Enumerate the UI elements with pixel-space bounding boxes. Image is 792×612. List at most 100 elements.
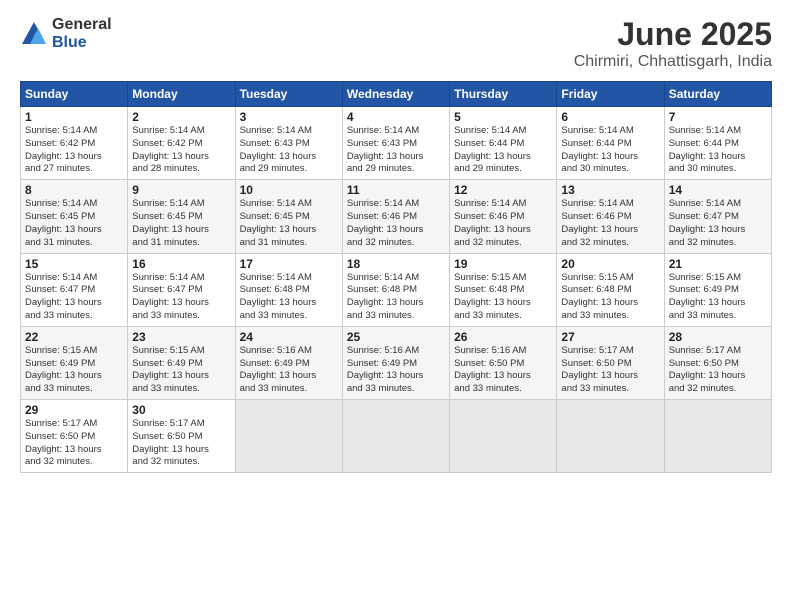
day-cell: 3Sunrise: 5:14 AM Sunset: 6:43 PM Daylig… bbox=[235, 107, 342, 180]
day-info: Sunrise: 5:14 AM Sunset: 6:42 PM Dayligh… bbox=[132, 125, 230, 176]
day-number: 8 bbox=[25, 183, 123, 197]
col-header-saturday: Saturday bbox=[664, 82, 771, 107]
day-cell: 9Sunrise: 5:14 AM Sunset: 6:45 PM Daylig… bbox=[128, 180, 235, 253]
day-cell: 17Sunrise: 5:14 AM Sunset: 6:48 PM Dayli… bbox=[235, 253, 342, 326]
day-number: 20 bbox=[561, 257, 659, 271]
col-header-wednesday: Wednesday bbox=[342, 82, 449, 107]
header-row: SundayMondayTuesdayWednesdayThursdayFrid… bbox=[21, 82, 772, 107]
day-cell: 4Sunrise: 5:14 AM Sunset: 6:43 PM Daylig… bbox=[342, 107, 449, 180]
day-cell: 29Sunrise: 5:17 AM Sunset: 6:50 PM Dayli… bbox=[21, 400, 128, 473]
header: General Blue June 2025 Chirmiri, Chhatti… bbox=[20, 16, 772, 71]
title-section: June 2025 Chirmiri, Chhattisgarh, India bbox=[574, 16, 772, 71]
day-cell: 5Sunrise: 5:14 AM Sunset: 6:44 PM Daylig… bbox=[450, 107, 557, 180]
calendar-table: SundayMondayTuesdayWednesdayThursdayFrid… bbox=[20, 81, 772, 473]
day-info: Sunrise: 5:15 AM Sunset: 6:49 PM Dayligh… bbox=[669, 272, 767, 323]
day-cell: 28Sunrise: 5:17 AM Sunset: 6:50 PM Dayli… bbox=[664, 326, 771, 399]
col-header-monday: Monday bbox=[128, 82, 235, 107]
col-header-tuesday: Tuesday bbox=[235, 82, 342, 107]
day-info: Sunrise: 5:16 AM Sunset: 6:49 PM Dayligh… bbox=[347, 345, 445, 396]
day-cell: 21Sunrise: 5:15 AM Sunset: 6:49 PM Dayli… bbox=[664, 253, 771, 326]
day-number: 16 bbox=[132, 257, 230, 271]
day-number: 23 bbox=[132, 330, 230, 344]
day-number: 7 bbox=[669, 110, 767, 124]
week-row-3: 15 Sunrise: 5:14 AM Sunset: 6:47 PM Dayli… bbox=[21, 253, 772, 326]
week-row-4: 22Sunrise: 5:15 AM Sunset: 6:49 PM Dayli… bbox=[21, 326, 772, 399]
day-cell: 6Sunrise: 5:14 AM Sunset: 6:44 PM Daylig… bbox=[557, 107, 664, 180]
day-info: Sunrise: 5:14 AM Sunset: 6:48 PM Dayligh… bbox=[347, 272, 445, 323]
day-info: Sunrise: 5:14 AM Sunset: 6:44 PM Dayligh… bbox=[669, 125, 767, 176]
day-number: 24 bbox=[240, 330, 338, 344]
day-cell: 14Sunrise: 5:14 AM Sunset: 6:47 PM Dayli… bbox=[664, 180, 771, 253]
day-cell: 18Sunrise: 5:14 AM Sunset: 6:48 PM Dayli… bbox=[342, 253, 449, 326]
day-number: 5 bbox=[454, 110, 552, 124]
day-cell: 20Sunrise: 5:15 AM Sunset: 6:48 PM Dayli… bbox=[557, 253, 664, 326]
day-info: Sunrise: 5:17 AM Sunset: 6:50 PM Dayligh… bbox=[132, 418, 230, 469]
day-info: Sunrise: 5:14 AM Sunset: 6:46 PM Dayligh… bbox=[561, 198, 659, 249]
calendar-title: June 2025 bbox=[574, 16, 772, 53]
day-cell: 2Sunrise: 5:14 AM Sunset: 6:42 PM Daylig… bbox=[128, 107, 235, 180]
day-cell: 23Sunrise: 5:15 AM Sunset: 6:49 PM Dayli… bbox=[128, 326, 235, 399]
day-cell: 16Sunrise: 5:14 AM Sunset: 6:47 PM Dayli… bbox=[128, 253, 235, 326]
day-number: 21 bbox=[669, 257, 767, 271]
day-number: 18 bbox=[347, 257, 445, 271]
day-number: 11 bbox=[347, 183, 445, 197]
day-number: 30 bbox=[132, 403, 230, 417]
day-cell: 25Sunrise: 5:16 AM Sunset: 6:49 PM Dayli… bbox=[342, 326, 449, 399]
week-row-5: 29Sunrise: 5:17 AM Sunset: 6:50 PM Dayli… bbox=[21, 400, 772, 473]
day-cell: 8Sunrise: 5:14 AM Sunset: 6:45 PM Daylig… bbox=[21, 180, 128, 253]
week-row-1: 1 Sunrise: 5:14 AM Sunset: 6:42 PM Daylig… bbox=[21, 107, 772, 180]
logo-icon bbox=[20, 20, 48, 48]
day-number: 9 bbox=[132, 183, 230, 197]
day-number: 2 bbox=[132, 110, 230, 124]
day-info: Sunrise: 5:14 AM Sunset: 6:47 PM Dayligh… bbox=[132, 272, 230, 323]
day-info: Sunrise: 5:15 AM Sunset: 6:49 PM Dayligh… bbox=[25, 345, 123, 396]
day-cell bbox=[342, 400, 449, 473]
day-number: 6 bbox=[561, 110, 659, 124]
day-number: 12 bbox=[454, 183, 552, 197]
day-info: Sunrise: 5:16 AM Sunset: 6:50 PM Dayligh… bbox=[454, 345, 552, 396]
day-number: 19 bbox=[454, 257, 552, 271]
day-number: 28 bbox=[669, 330, 767, 344]
day-number: 22 bbox=[25, 330, 123, 344]
day-number: 1 bbox=[25, 110, 123, 124]
day-info: Sunrise: 5:16 AM Sunset: 6:49 PM Dayligh… bbox=[240, 345, 338, 396]
week-row-2: 8Sunrise: 5:14 AM Sunset: 6:45 PM Daylig… bbox=[21, 180, 772, 253]
day-number: 25 bbox=[347, 330, 445, 344]
logo: General Blue bbox=[20, 16, 112, 51]
day-cell bbox=[450, 400, 557, 473]
calendar-subtitle: Chirmiri, Chhattisgarh, India bbox=[574, 53, 772, 71]
day-number: 26 bbox=[454, 330, 552, 344]
day-cell: 7Sunrise: 5:14 AM Sunset: 6:44 PM Daylig… bbox=[664, 107, 771, 180]
logo-general-text: General bbox=[52, 16, 112, 34]
day-number: 13 bbox=[561, 183, 659, 197]
day-info: Sunrise: 5:14 AM Sunset: 6:45 PM Dayligh… bbox=[132, 198, 230, 249]
day-info: Sunrise: 5:14 AM Sunset: 6:46 PM Dayligh… bbox=[454, 198, 552, 249]
day-info: Sunrise: 5:14 AM Sunset: 6:45 PM Dayligh… bbox=[25, 198, 123, 249]
day-info: Sunrise: 5:14 AM Sunset: 6:43 PM Dayligh… bbox=[347, 125, 445, 176]
day-cell bbox=[557, 400, 664, 473]
day-info: Sunrise: 5:14 AM Sunset: 6:45 PM Dayligh… bbox=[240, 198, 338, 249]
day-info: Sunrise: 5:14 AM Sunset: 6:46 PM Dayligh… bbox=[347, 198, 445, 249]
day-number: 17 bbox=[240, 257, 338, 271]
day-number: 15 bbox=[25, 257, 123, 271]
day-cell: 19Sunrise: 5:15 AM Sunset: 6:48 PM Dayli… bbox=[450, 253, 557, 326]
col-header-friday: Friday bbox=[557, 82, 664, 107]
day-info: Sunrise: 5:14 AM Sunset: 6:43 PM Dayligh… bbox=[240, 125, 338, 176]
day-cell: 10Sunrise: 5:14 AM Sunset: 6:45 PM Dayli… bbox=[235, 180, 342, 253]
day-info: Sunrise: 5:14 AM Sunset: 6:44 PM Dayligh… bbox=[454, 125, 552, 176]
day-cell: 15Sunrise: 5:14 AM Sunset: 6:47 PM Dayli… bbox=[21, 253, 128, 326]
day-number: 27 bbox=[561, 330, 659, 344]
day-cell bbox=[664, 400, 771, 473]
day-info: Sunrise: 5:15 AM Sunset: 6:48 PM Dayligh… bbox=[454, 272, 552, 323]
day-cell: 26Sunrise: 5:16 AM Sunset: 6:50 PM Dayli… bbox=[450, 326, 557, 399]
day-number: 14 bbox=[669, 183, 767, 197]
logo-blue-text: Blue bbox=[52, 34, 112, 52]
day-info: Sunrise: 5:15 AM Sunset: 6:49 PM Dayligh… bbox=[132, 345, 230, 396]
day-cell: 22Sunrise: 5:15 AM Sunset: 6:49 PM Dayli… bbox=[21, 326, 128, 399]
day-cell: 30Sunrise: 5:17 AM Sunset: 6:50 PM Dayli… bbox=[128, 400, 235, 473]
day-cell: 11Sunrise: 5:14 AM Sunset: 6:46 PM Dayli… bbox=[342, 180, 449, 253]
day-cell: 13Sunrise: 5:14 AM Sunset: 6:46 PM Dayli… bbox=[557, 180, 664, 253]
day-cell: 24Sunrise: 5:16 AM Sunset: 6:49 PM Dayli… bbox=[235, 326, 342, 399]
day-info: Sunrise: 5:14 AM Sunset: 6:48 PM Dayligh… bbox=[240, 272, 338, 323]
day-info: Sunrise: 5:15 AM Sunset: 6:48 PM Dayligh… bbox=[561, 272, 659, 323]
